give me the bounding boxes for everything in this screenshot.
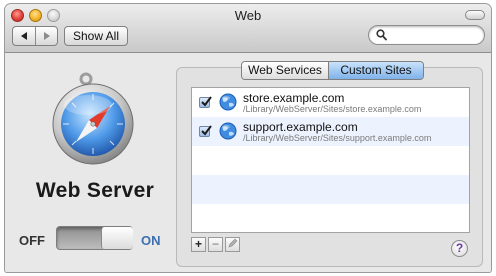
tab-web-services[interactable]: Web Services — [242, 62, 329, 79]
window-title: Web — [234, 8, 262, 23]
forward-arrow-icon — [44, 32, 50, 40]
tab-custom-sites[interactable]: Custom Sites — [329, 62, 423, 79]
help-button[interactable]: ? — [451, 240, 468, 257]
empty-row — [192, 146, 469, 175]
site-path: /Library/WebServer/Sites/store.example.c… — [243, 104, 422, 114]
search-icon — [376, 29, 387, 41]
show-all-button[interactable]: Show All — [64, 26, 128, 46]
search-input[interactable] — [389, 27, 479, 43]
back-button[interactable] — [13, 27, 36, 45]
view-tab-control: Web Services Custom Sites — [241, 61, 424, 80]
preferences-window: Web Show All Web Server OFF ON Web Servi… — [5, 4, 491, 272]
globe-icon — [219, 122, 237, 140]
checkmark-icon — [201, 125, 212, 136]
empty-row — [192, 175, 469, 204]
globe-icon — [219, 93, 237, 111]
sites-list: store.example.com /Library/WebServer/Sit… — [191, 87, 470, 233]
list-item[interactable]: store.example.com /Library/WebServer/Sit… — [192, 88, 469, 117]
switch-knob[interactable] — [101, 227, 133, 249]
list-action-bar: + − — [191, 237, 242, 252]
pane-content: Web Server OFF ON Web Services Custom Si… — [5, 53, 491, 272]
add-site-button[interactable]: + — [191, 237, 206, 252]
toggle-off-label: OFF — [19, 233, 45, 248]
checkmark-icon — [201, 96, 212, 107]
site-name: store.example.com — [243, 91, 345, 105]
remove-site-button[interactable]: − — [208, 237, 223, 252]
forward-button[interactable] — [36, 27, 57, 45]
edit-site-button[interactable] — [225, 237, 240, 252]
pencil-icon — [228, 238, 238, 248]
list-item[interactable]: support.example.com /Library/WebServer/S… — [192, 117, 469, 146]
site-name: support.example.com — [243, 120, 358, 134]
back-forward-control — [12, 26, 58, 46]
toggle-on-label: ON — [141, 233, 161, 248]
service-on-off-switch[interactable] — [56, 226, 133, 250]
service-title: Web Server — [35, 179, 155, 202]
back-arrow-icon — [21, 32, 27, 40]
site-enabled-checkbox[interactable] — [199, 125, 212, 137]
title-bar: Web Show All — [5, 4, 491, 53]
site-enabled-checkbox[interactable] — [199, 96, 212, 108]
search-field[interactable] — [368, 25, 485, 45]
toolbar-toggle-button[interactable] — [465, 10, 485, 20]
site-path: /Library/WebServer/Sites/support.example… — [243, 133, 432, 143]
safari-compass-icon — [52, 72, 134, 165]
empty-row — [192, 204, 469, 232]
